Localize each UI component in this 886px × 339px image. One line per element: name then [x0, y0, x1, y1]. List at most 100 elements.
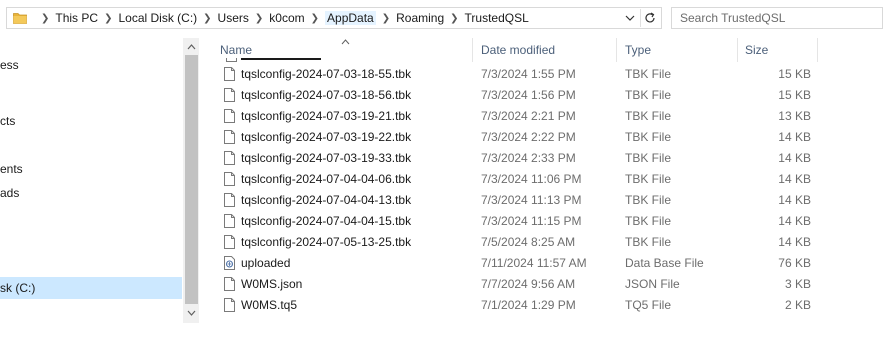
refresh-icon: [645, 12, 655, 23]
file-date-modified: 7/3/2024 11:15 PM: [481, 214, 582, 228]
chevron-right-icon[interactable]: ❯: [98, 13, 118, 24]
file-size: 14 KB: [778, 172, 811, 186]
column-divider[interactable]: [737, 38, 738, 62]
crumb-user[interactable]: k0com: [269, 11, 304, 25]
file-name: tqslconfig-2024-07-03-18-55.tbk: [241, 67, 412, 81]
sort-ascending-icon: [341, 39, 350, 45]
table-row[interactable]: tqslconfig-2024-07-03-19-22.tbk 7/3/2024 …: [220, 127, 820, 148]
file-type: TBK File: [625, 235, 672, 249]
chevron-up-icon: [187, 43, 196, 49]
column-divider[interactable]: [616, 38, 617, 62]
file-name: W0MS.tq5: [241, 298, 298, 312]
column-header-date-label: Date modified: [481, 43, 556, 57]
file-size: 15 KB: [778, 67, 811, 81]
nav-item-label: ents: [0, 162, 23, 176]
file-date-modified: 7/3/2024 2:21 PM: [481, 109, 576, 123]
crumb-local-disk[interactable]: Local Disk (C:): [118, 11, 197, 25]
crumb-roaming[interactable]: Roaming: [396, 11, 444, 25]
file-icon: [224, 109, 237, 124]
crumb-trustedqsl[interactable]: TrustedQSL: [465, 11, 529, 25]
table-row[interactable]: tqslconfig-2024-07-04-04-15.tbk 7/3/2024 …: [220, 211, 820, 232]
search-box[interactable]: [671, 7, 883, 29]
file-date-modified: 7/3/2024 2:33 PM: [481, 151, 576, 165]
address-history-dropdown[interactable]: [623, 11, 637, 25]
file-icon: [224, 151, 237, 166]
file-date-modified: 7/3/2024 1:56 PM: [481, 88, 576, 102]
file-name: tqslconfig-2024-07-04-04-15.tbk: [241, 214, 412, 228]
breadcrumb: ❯ This PC ❯ Local Disk (C:) ❯ Users ❯ k0…: [35, 8, 529, 28]
file-type: TBK File: [625, 130, 672, 144]
table-row[interactable]: tqslconfig-2024-07-03-19-21.tbk 7/3/2024 …: [220, 106, 820, 127]
chevron-right-icon[interactable]: ❯: [249, 13, 269, 24]
file-size: 3 KB: [784, 277, 811, 291]
table-row[interactable]: tqslconfig-2024-07-04-04-13.tbk 7/3/2024 …: [220, 190, 820, 211]
column-header-size[interactable]: Size: [745, 38, 815, 62]
file-date-modified: 7/5/2024 8:25 AM: [481, 235, 576, 249]
file-size: 14 KB: [778, 214, 811, 228]
file-type: TBK File: [625, 151, 672, 165]
crumb-this-pc[interactable]: This PC: [55, 11, 98, 25]
table-row[interactable]: tqslconfig-2024-07-03-19-33.tbk 7/3/2024 …: [220, 148, 820, 169]
file-name: W0MS.json: [241, 277, 303, 291]
table-row[interactable]: W0MS.tq5 7/1/2024 1:29 PM TQ5 File 2 KB: [220, 295, 820, 316]
file-icon: [224, 277, 237, 292]
nav-item-label: ess: [0, 58, 19, 72]
chevron-right-icon[interactable]: ❯: [305, 13, 325, 24]
database-file-icon: [224, 256, 237, 271]
file-type: TBK File: [625, 88, 672, 102]
nav-item-3d-objects[interactable]: cts: [0, 110, 15, 132]
crumb-appdata[interactable]: AppData: [325, 11, 376, 25]
file-type: Data Base File: [625, 256, 704, 270]
chevron-right-icon[interactable]: ❯: [35, 13, 55, 24]
file-list-pane: Name Date modified Type Size tqslconfig-…: [200, 38, 886, 339]
scroll-up-button[interactable]: [183, 38, 199, 55]
file-date-modified: 7/3/2024 11:06 PM: [481, 172, 582, 186]
nav-item-label: sk (C:): [0, 281, 36, 295]
file-icon: [226, 58, 237, 62]
file-size: 2 KB: [784, 298, 811, 312]
file-type: TBK File: [625, 172, 672, 186]
nav-item-label: cts: [0, 114, 16, 128]
file-icon: [224, 193, 237, 208]
refresh-button[interactable]: [640, 9, 659, 27]
column-header-type[interactable]: Type: [625, 38, 725, 62]
nav-scrollbar[interactable]: [183, 38, 199, 323]
nav-item-label: ads: [0, 186, 20, 200]
table-row[interactable]: tqslconfig-2024-07-05-13-25.tbk 7/5/2024 …: [220, 232, 820, 253]
file-type: TBK File: [625, 67, 672, 81]
table-row[interactable]: tqslconfig-2024-07-03-18-56.tbk 7/3/2024 …: [220, 85, 820, 106]
file-type: TBK File: [625, 193, 672, 207]
table-row[interactable]: W0MS.json 7/7/2024 9:56 AM JSON File 3 KB: [220, 274, 820, 295]
file-name: tqslconfig-2024-07-03-19-22.tbk: [241, 130, 412, 144]
column-header-size-label: Size: [745, 43, 769, 57]
nav-item-quick-access[interactable]: ess: [0, 54, 19, 76]
chevron-right-icon[interactable]: ❯: [376, 13, 396, 24]
file-size: 14 KB: [778, 193, 811, 207]
file-date-modified: 7/11/2024 11:57 AM: [481, 256, 587, 270]
table-row[interactable]: uploaded 7/11/2024 11:57 AM Data Base File…: [220, 253, 820, 274]
file-icon: [224, 172, 237, 187]
file-date-modified: 7/3/2024 11:13 PM: [481, 193, 582, 207]
crumb-users[interactable]: Users: [218, 11, 249, 25]
column-header-name-label: Name: [220, 43, 253, 57]
nav-item-documents[interactable]: ents: [0, 158, 23, 180]
chevron-right-icon[interactable]: ❯: [197, 13, 217, 24]
file-name: tqslconfig-2024-07-04-04-06.tbk: [241, 172, 412, 186]
file-size: 14 KB: [778, 151, 811, 165]
truncated-row-text: [241, 58, 321, 60]
file-date-modified: 7/1/2024 1:29 PM: [481, 298, 576, 312]
scroll-down-button[interactable]: [183, 304, 199, 321]
address-bar[interactable]: ❯ This PC ❯ Local Disk (C:) ❯ Users ❯ k0…: [6, 7, 662, 29]
file-type: TQ5 File: [625, 298, 672, 312]
column-divider[interactable]: [817, 38, 818, 62]
column-header-type-label: Type: [625, 43, 652, 57]
file-date-modified: 7/3/2024 1:55 PM: [481, 67, 576, 81]
scrollbar-thumb[interactable]: [185, 55, 198, 304]
table-row[interactable]: tqslconfig-2024-07-04-04-06.tbk 7/3/2024 …: [220, 169, 820, 190]
table-row[interactable]: tqslconfig-2024-07-03-18-55.tbk 7/3/2024 …: [220, 64, 820, 85]
chevron-right-icon[interactable]: ❯: [444, 13, 464, 24]
nav-item-local-disk[interactable]: sk (C:): [0, 277, 182, 299]
file-name: tqslconfig-2024-07-04-04-13.tbk: [241, 193, 412, 207]
nav-item-downloads[interactable]: ads: [0, 182, 19, 204]
search-input[interactable]: [672, 8, 882, 28]
